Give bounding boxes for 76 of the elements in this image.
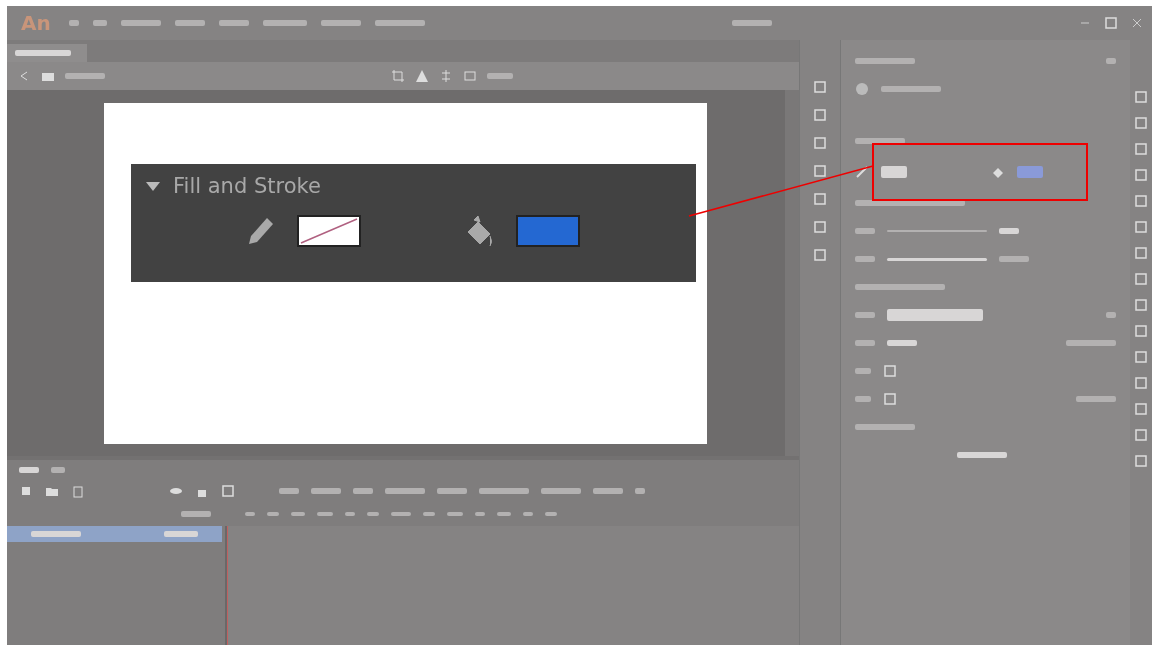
illegible-text: [262, 20, 307, 26]
illegible-text: [181, 511, 211, 517]
illegible-text: [541, 488, 581, 494]
new-layer-icon[interactable]: [19, 484, 33, 498]
illegible-text: [854, 340, 875, 346]
illegible-text: [19, 467, 39, 473]
illegible-text: [497, 512, 511, 516]
fill-swatch[interactable]: [1016, 166, 1043, 178]
illegible-text: [31, 531, 81, 537]
illegible-text: [68, 20, 79, 26]
illegible-text: [854, 138, 905, 144]
illegible-text: [854, 396, 871, 402]
illegible-text: [15, 50, 71, 56]
illegible-text: [1106, 58, 1117, 64]
illegible-text: [880, 86, 941, 92]
illegible-text: [345, 512, 355, 516]
illegible-text: [854, 312, 875, 318]
illegible-text: [311, 488, 341, 494]
close-icon[interactable]: [1132, 18, 1142, 28]
caret-down-icon[interactable]: [145, 180, 161, 192]
illegible-text: [732, 20, 773, 26]
illegible-text: [479, 488, 529, 494]
illegible-text: [437, 488, 467, 494]
illegible-text: [367, 512, 379, 516]
color-swatch[interactable]: [515, 215, 580, 247]
delete-icon[interactable]: [71, 484, 85, 498]
illegible-text: [92, 20, 107, 26]
illegible-text: [120, 20, 161, 26]
symbol-icon[interactable]: [414, 69, 429, 83]
illegible-text: [854, 368, 871, 374]
document-tab[interactable]: [7, 44, 87, 62]
illegible-text: [635, 488, 645, 494]
illegible-text: [956, 452, 1007, 458]
illegible-text: [523, 512, 533, 516]
illegible-text: [353, 488, 373, 494]
illegible-text: [267, 512, 279, 516]
illegible-text: [317, 512, 333, 516]
illegible-text: [218, 20, 249, 26]
illegible-text: [291, 512, 305, 516]
illegible-text: [1106, 312, 1117, 318]
stroke-pencil-icon[interactable]: [854, 165, 869, 179]
illegible-text: [245, 512, 255, 516]
style-line[interactable]: [886, 257, 987, 261]
illegible-text: [1066, 340, 1117, 346]
illegible-text: [51, 467, 65, 473]
crop-icon[interactable]: [390, 69, 405, 83]
illegible-text: [854, 228, 875, 234]
app-logo: An: [20, 10, 52, 37]
illegible-text: [475, 512, 485, 516]
illegible-text: [593, 488, 623, 494]
stage-icon[interactable]: [462, 69, 477, 83]
illegible-text: [998, 256, 1029, 262]
illegible-text: [385, 488, 425, 494]
illegible-text: [854, 58, 915, 64]
illegible-text: [886, 340, 917, 346]
illegible-text: [391, 512, 411, 516]
illegible-text: [447, 512, 463, 516]
illegible-text: [279, 488, 299, 494]
maximize-icon[interactable]: [1104, 16, 1118, 30]
section-title: Fill and Stroke: [173, 174, 321, 198]
tool-icon[interactable]: [854, 82, 869, 96]
illegible-text: [854, 256, 875, 262]
layer-row[interactable]: [7, 526, 222, 542]
stroke-swatch[interactable]: [880, 166, 907, 178]
illegible-text: [374, 20, 425, 26]
illegible-text: [164, 531, 198, 537]
illegible-text: [486, 73, 513, 79]
illegible-text: [854, 424, 915, 430]
illegible-text: [423, 512, 435, 516]
no-color-swatch[interactable]: [297, 215, 361, 247]
illegible-text: [174, 20, 205, 26]
illegible-text: [998, 228, 1019, 234]
illegible-text: [65, 73, 105, 79]
illegible-text: [1076, 396, 1117, 402]
illegible-text: [545, 512, 557, 516]
illegible-text: [320, 20, 361, 26]
